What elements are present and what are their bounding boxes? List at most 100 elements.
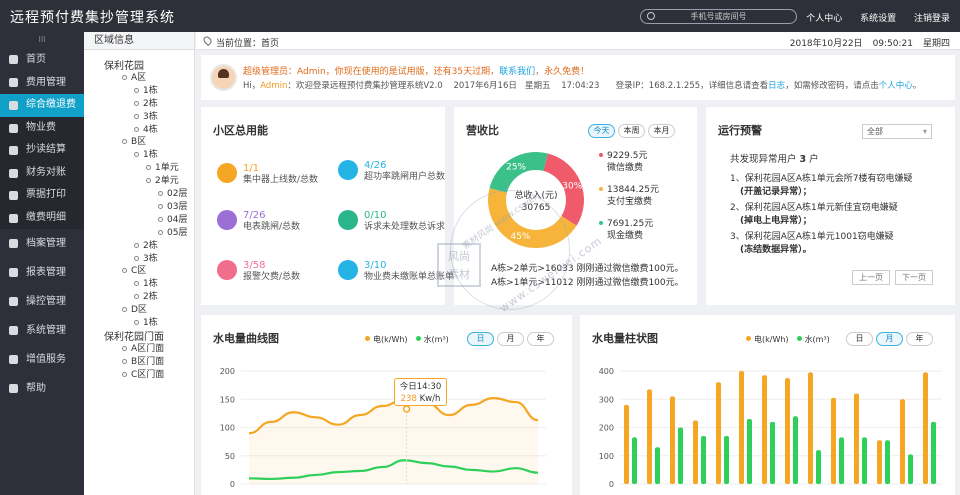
- sidebar-item-10[interactable]: 操控管理: [0, 287, 84, 316]
- sidebar-item-6[interactable]: 票据打印: [0, 184, 84, 207]
- tooltip-title: 今日14:30: [399, 382, 442, 392]
- sidebar-item-5[interactable]: 财务对账: [0, 161, 84, 184]
- tree-node[interactable]: 1栋: [134, 83, 158, 96]
- tree-toggle-icon[interactable]: [158, 216, 163, 222]
- tree-toggle-icon[interactable]: [122, 345, 127, 351]
- sidebar-item-7[interactable]: 缴费明细: [0, 206, 84, 229]
- tree-node[interactable]: C区门面: [122, 367, 164, 380]
- revenue-item: 13844.25元 支付宝缴费: [599, 184, 659, 208]
- tree-toggle-icon[interactable]: [134, 87, 139, 93]
- tree-node[interactable]: 1单元: [146, 160, 179, 173]
- top-bar: 远程预付费集抄管理系统 手机号或房间号 个人中心 系统设置 注销登录: [0, 0, 960, 32]
- tree-toggle-icon[interactable]: [122, 358, 127, 364]
- tree-toggle-icon[interactable]: [134, 113, 139, 119]
- kpi-item[interactable]: 1/1 集中器上线数/总数: [217, 163, 327, 199]
- tree-node[interactable]: A区门面: [122, 341, 164, 354]
- list-icon: [9, 213, 18, 223]
- tree-node[interactable]: 02层: [158, 186, 187, 199]
- sidebar-item-11[interactable]: 系统管理: [0, 316, 84, 345]
- tree-node[interactable]: 2单元: [146, 173, 179, 186]
- tree-toggle-icon[interactable]: [134, 126, 139, 132]
- alarm-filter-select[interactable]: 全部: [862, 124, 932, 139]
- y-tick-label: 300: [599, 395, 614, 404]
- logout-link[interactable]: 注销登录: [914, 14, 950, 24]
- log-link[interactable]: 日志: [768, 81, 785, 91]
- tree-node[interactable]: 1栋: [134, 315, 158, 328]
- bar-water: [701, 435, 706, 484]
- tree-toggle-icon[interactable]: [122, 371, 127, 377]
- sidebar-item-12[interactable]: 增值服务: [0, 345, 84, 374]
- alarm-item[interactable]: 2、保利花园A区A栋1单元新佳宜窃电嫌疑: [730, 200, 898, 213]
- tree-node[interactable]: 2栋: [134, 96, 158, 109]
- control-icon: [9, 297, 18, 306]
- tree-toggle-icon[interactable]: [134, 242, 139, 248]
- tree-toggle-icon[interactable]: [134, 320, 139, 325]
- tree-toggle-icon[interactable]: [158, 229, 163, 235]
- kpi-item[interactable]: 3/10 物业费未缴账单总账单: [338, 260, 454, 296]
- tree-node[interactable]: 1栋: [134, 147, 158, 160]
- tree-node[interactable]: 1栋: [134, 276, 158, 289]
- usage-title: 小区总用能: [213, 124, 268, 137]
- tree-node[interactable]: 3栋: [134, 109, 158, 122]
- alarm-item[interactable]: 1、保利花园A区A栋1单元会所7楼有窃电嫌疑: [730, 171, 913, 184]
- sidebar-item-label: 档案管理: [26, 238, 66, 249]
- kpi-value: 7/26: [243, 210, 266, 221]
- sidebar-item-8[interactable]: 档案管理: [0, 229, 84, 258]
- system-settings-link[interactable]: 系统设置: [860, 14, 896, 24]
- breadcrumb-page[interactable]: 首页: [261, 39, 279, 49]
- tree-node[interactable]: 3栋: [134, 251, 158, 264]
- tree-toggle-icon[interactable]: [134, 281, 139, 287]
- tree-node[interactable]: D区: [122, 302, 147, 315]
- tree-node[interactable]: B区: [122, 134, 146, 147]
- bar-water: [839, 437, 844, 484]
- tree-node[interactable]: B区门面: [122, 354, 164, 367]
- sidebar-item-3[interactable]: 物业费: [0, 116, 84, 139]
- tree-toggle-icon[interactable]: [122, 139, 127, 145]
- kpi-item[interactable]: 4/26 超功率跳闸用户总数: [338, 160, 448, 196]
- tree-toggle-icon[interactable]: [122, 74, 127, 80]
- tree-node[interactable]: C区: [122, 263, 146, 276]
- sidebar-item-13[interactable]: 帮助: [0, 374, 84, 403]
- tree-toggle-icon[interactable]: [134, 294, 139, 300]
- sidebar-item-4[interactable]: 抄读结算: [0, 139, 84, 162]
- tree-toggle-icon[interactable]: [146, 165, 151, 171]
- alarm-item[interactable]: 3、保利花园A区A栋1单元1001窃电嫌疑: [730, 229, 894, 242]
- sidebar-item-2[interactable]: 综合缴退费: [0, 94, 84, 117]
- search-icon[interactable]: [647, 12, 655, 20]
- tree-toggle-icon[interactable]: [134, 100, 139, 106]
- tree-toggle-icon[interactable]: [158, 203, 163, 209]
- tree-node[interactable]: 2栋: [134, 238, 158, 251]
- kpi-icon: [217, 163, 237, 183]
- kpi-item[interactable]: 3/58 报警欠费/总数: [217, 260, 327, 296]
- search-input[interactable]: 手机号或房间号: [640, 9, 797, 24]
- tree-toggle-icon[interactable]: [122, 268, 127, 274]
- tree-node[interactable]: A区: [122, 70, 146, 83]
- tree-toggle-icon[interactable]: [122, 307, 127, 313]
- tree-node[interactable]: 4栋: [134, 122, 158, 135]
- money-icon: [9, 78, 18, 87]
- bar-chart-card: 水电量柱状图 电(k/Wh) 水(m³) 日 月 年 400 300 200 100 0: [580, 315, 955, 495]
- sidebar-item-0[interactable]: 首页: [0, 48, 84, 71]
- prev-page-button[interactable]: 上一页: [852, 270, 890, 285]
- sidebar-item-9[interactable]: 报表管理: [0, 258, 84, 287]
- kpi-item[interactable]: 7/26 电表跳闸/总数: [217, 210, 327, 246]
- kpi-item[interactable]: 0/10 诉求未处理数总诉求: [338, 210, 448, 246]
- sidebar-item-label: 票据打印: [26, 189, 66, 200]
- personal-center-inline-link[interactable]: 个人中心: [879, 81, 913, 91]
- tree-toggle-icon[interactable]: [146, 178, 151, 184]
- personal-center-link[interactable]: 个人中心: [806, 14, 842, 24]
- tree-toggle-icon[interactable]: [134, 255, 139, 261]
- tree-node[interactable]: 2栋: [134, 289, 158, 302]
- next-page-button[interactable]: 下一页: [895, 270, 933, 285]
- tree-node[interactable]: 03层: [158, 199, 187, 212]
- tree-node[interactable]: 05层: [158, 225, 187, 238]
- sidebar-item-label: 财务对账: [26, 166, 66, 178]
- contact-us-link[interactable]: 联系我们: [499, 67, 535, 77]
- collapse-icon[interactable]: III: [0, 32, 84, 48]
- tree-toggle-icon[interactable]: [158, 191, 163, 196]
- tree-toggle-icon[interactable]: [134, 152, 139, 158]
- sidebar-item-1[interactable]: 费用管理: [0, 71, 84, 94]
- line-chart-tooltip: 今日14:30 238 Kw/h: [394, 378, 447, 406]
- tree-node[interactable]: 04层: [158, 212, 187, 225]
- grid-icon: [9, 101, 18, 110]
